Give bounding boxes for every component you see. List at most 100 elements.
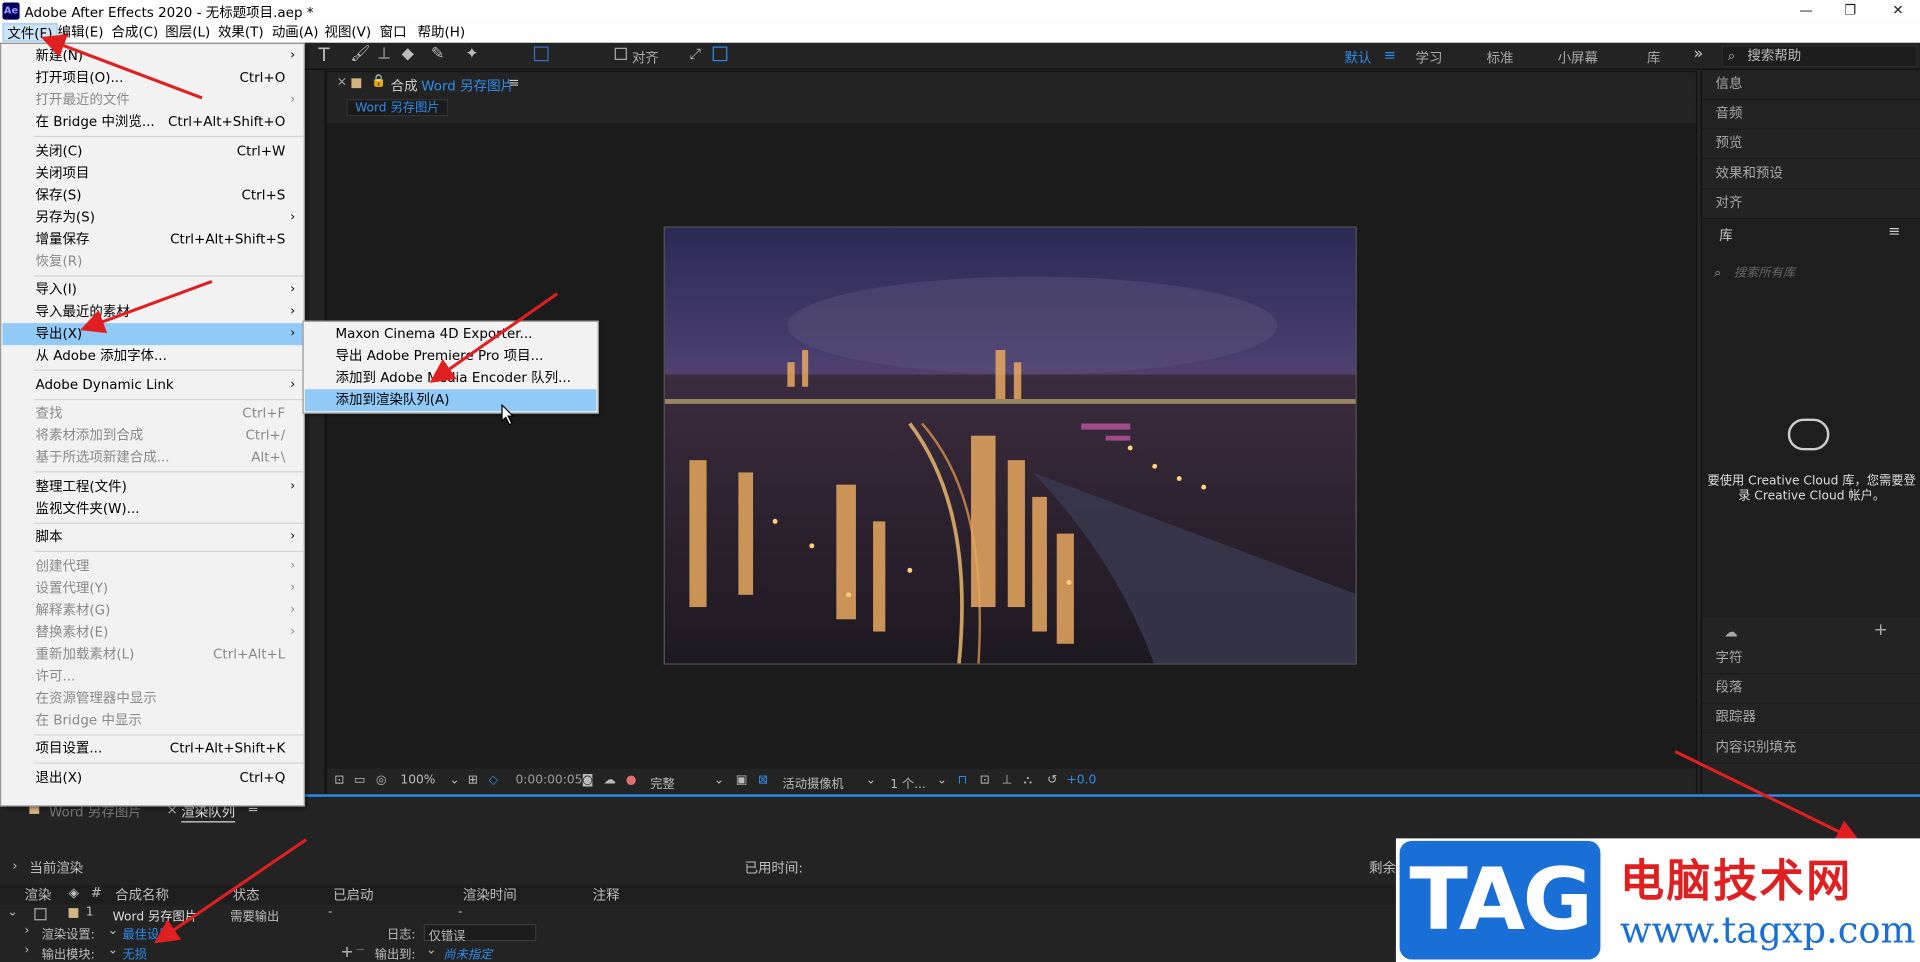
file-menu-item[interactable]: 新建(N) ›: [2, 45, 303, 67]
file-menu-item[interactable]: 另存为(S) ›: [2, 206, 303, 228]
add-output-module-icon[interactable]: +: [340, 944, 353, 962]
chevron-down-icon[interactable]: ⌄: [108, 924, 118, 937]
region-of-interest-icon[interactable]: ▣: [736, 774, 748, 787]
safe-zones-icon[interactable]: ⊞: [468, 774, 478, 787]
menu-animation[interactable]: 动画(A): [268, 23, 322, 41]
file-menu-item[interactable]: 导出(X) ›: [2, 323, 304, 346]
col-comment[interactable]: 注释: [593, 885, 620, 905]
chevron-down-icon[interactable]: ⌄: [426, 944, 436, 957]
timecode[interactable]: 0:00:00:05: [516, 774, 583, 787]
workspace-default[interactable]: 默认: [1345, 48, 1372, 68]
file-menu-item[interactable]: 关闭项目: [2, 162, 303, 184]
minimize-button[interactable]: —: [1788, 1, 1825, 21]
table-row[interactable]: ⌄ 1 Word 另存图片 需要输出 - -: [0, 906, 1396, 926]
reset-exposure-icon[interactable]: ↺: [1047, 774, 1057, 787]
resolution-dropdown[interactable]: 完整: [650, 774, 674, 791]
eraser-tool-icon[interactable]: ◆: [402, 45, 414, 63]
snapshot-icon[interactable]: ◙: [582, 774, 594, 787]
file-menu-item[interactable]: 导入(I) ›: [2, 279, 303, 301]
timeline-icon[interactable]: ⊡: [980, 774, 990, 787]
output-module-link[interactable]: 无损: [122, 944, 146, 962]
zoom-dropdown[interactable]: 100%: [400, 774, 435, 787]
menu-window[interactable]: 窗口: [376, 23, 410, 41]
render-checkbox[interactable]: [34, 908, 47, 921]
close-tab-icon[interactable]: ×: [337, 76, 347, 89]
workspace-menu-icon[interactable]: ≡: [1384, 47, 1396, 64]
chevron-down-icon[interactable]: ⌄: [866, 774, 876, 787]
panel-character[interactable]: 字符: [1702, 645, 1920, 675]
workspace-learn[interactable]: 学习: [1416, 48, 1443, 68]
show-snapshot-icon[interactable]: ☁: [604, 774, 616, 787]
menu-edit[interactable]: 编辑(E): [54, 23, 107, 41]
mask-visibility-icon[interactable]: ◇: [489, 774, 498, 787]
workspace-small-screen[interactable]: 小屏幕: [1558, 48, 1598, 68]
flowchart-icon[interactable]: ⛬: [1024, 774, 1033, 787]
file-menu-item[interactable]: 保存(S) Ctrl+S: [2, 184, 303, 206]
chevron-down-icon[interactable]: ⌄: [7, 906, 17, 919]
transparency-grid-icon[interactable]: ⊠: [758, 774, 768, 787]
panel-align[interactable]: 对齐: [1702, 190, 1920, 220]
display-icon[interactable]: ▭: [354, 774, 366, 787]
file-menu-item[interactable]: 关闭(C) Ctrl+W: [2, 140, 303, 162]
remove-output-module-icon[interactable]: −: [355, 944, 365, 957]
col-started[interactable]: 已启动: [333, 885, 373, 905]
add-to-render-queue-item[interactable]: 添加到渲染队列(A): [304, 389, 597, 412]
log-dropdown[interactable]: 仅错误: [423, 924, 537, 944]
export-premiere-item[interactable]: 导出 Adobe Premiere Pro 项目...: [305, 345, 596, 367]
output-to-link[interactable]: 尚未指定: [443, 944, 492, 962]
comp-viewer[interactable]: [326, 123, 1696, 769]
file-menu-item[interactable]: 脚本 ›: [2, 526, 303, 548]
file-menu-item[interactable]: 监视文件夹(W)...: [2, 498, 303, 520]
comp-header-name[interactable]: Word 另存图片: [421, 76, 514, 96]
file-menu-item[interactable]: 项目设置... Ctrl+Alt+Shift+K: [2, 738, 303, 760]
col-comp-name[interactable]: 合成名称: [115, 885, 169, 905]
puppet-tool-icon[interactable]: ✦: [465, 45, 478, 63]
snap-grid-icon[interactable]: [712, 46, 728, 62]
render-settings-link[interactable]: 最佳设置: [122, 924, 171, 942]
chevron-down-icon[interactable]: ⌄: [714, 774, 724, 787]
views-dropdown[interactable]: 1 个...: [890, 774, 926, 791]
panel-menu-icon[interactable]: ≡: [1888, 223, 1900, 240]
panel-info[interactable]: 信息: [1702, 71, 1920, 101]
roto-brush-tool-icon[interactable]: ✎: [431, 45, 444, 63]
file-menu-item[interactable]: Adobe Dynamic Link ›: [2, 374, 303, 396]
maximize-button[interactable]: ❐: [1832, 1, 1869, 21]
type-tool-icon[interactable]: T: [318, 44, 329, 66]
brush-tool-icon[interactable]: 🖌: [350, 45, 370, 63]
chevron-down-icon[interactable]: ⌄: [108, 944, 118, 957]
lock-icon[interactable]: 🔒: [371, 75, 386, 88]
panel-effects-presets[interactable]: 效果和预设: [1702, 160, 1920, 190]
export-c4d-item[interactable]: Maxon Cinema 4D Exporter...: [305, 323, 596, 345]
file-menu-item[interactable]: 整理工程(文件) ›: [2, 475, 303, 497]
panel-content-aware-fill[interactable]: 内容识别填充: [1702, 734, 1920, 764]
menu-file[interactable]: 文件(F): [2, 23, 58, 42]
chevron-down-icon[interactable]: ⌄: [937, 774, 947, 787]
fast-preview-icon[interactable]: ⊓: [958, 774, 968, 787]
channel-icon[interactable]: ●: [626, 774, 637, 787]
snap-icon[interactable]: ⤢: [689, 45, 701, 63]
menu-composition[interactable]: 合成(C): [108, 23, 162, 41]
exposure-value[interactable]: +0.0: [1067, 774, 1097, 787]
always-preview-icon[interactable]: ⊡: [334, 774, 344, 787]
menu-help[interactable]: 帮助(H): [414, 23, 469, 41]
col-status[interactable]: 状态: [233, 885, 260, 905]
file-menu-item[interactable]: 导入最近的素材 ›: [2, 301, 303, 323]
camera-dropdown[interactable]: 活动摄像机: [782, 774, 843, 791]
file-menu-item[interactable]: 打开项目(O)... Ctrl+O: [2, 67, 303, 89]
panel-menu-icon[interactable]: ≡: [508, 75, 519, 91]
vr-icon[interactable]: ◎: [376, 774, 387, 787]
library-search-input[interactable]: ⌕ 搜索所有库: [1709, 262, 1912, 286]
clone-stamp-tool-icon[interactable]: ⊥: [377, 45, 391, 63]
comp-breadcrumb-tab[interactable]: Word 另存图片: [346, 99, 449, 117]
chevron-right-icon[interactable]: ›: [12, 858, 17, 874]
local-axis-icon[interactable]: [533, 46, 549, 62]
menu-layer[interactable]: 图层(L): [162, 23, 214, 41]
workspace-overflow-icon[interactable]: »: [1693, 45, 1703, 63]
menu-effect[interactable]: 效果(T): [214, 23, 267, 41]
close-button[interactable]: ✕: [1880, 1, 1917, 21]
workspace-standard[interactable]: 标准: [1487, 48, 1514, 68]
export-media-encoder-item[interactable]: 添加到 Adobe Media Encoder 队列...: [305, 367, 596, 389]
panel-preview[interactable]: 预览: [1702, 130, 1920, 160]
chevron-right-icon[interactable]: ›: [24, 924, 29, 937]
file-menu-item[interactable]: 退出(X) Ctrl+Q: [2, 767, 303, 789]
